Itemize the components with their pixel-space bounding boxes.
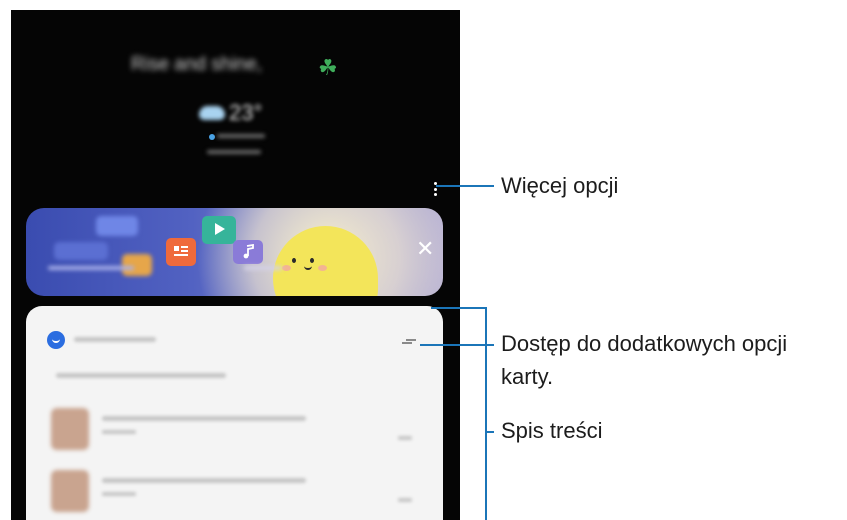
callout-line-more-options xyxy=(436,185,494,187)
location-pin-icon xyxy=(209,134,215,140)
temperature-value: 23° xyxy=(229,100,263,125)
list-item-action xyxy=(398,498,412,502)
banner-text-placeholder xyxy=(244,266,282,270)
bracket-vertical xyxy=(485,307,487,520)
promo-banner[interactable]: ✕ xyxy=(26,208,443,296)
list-item-meta xyxy=(102,430,136,434)
update-time-placeholder xyxy=(207,150,261,154)
play-icon xyxy=(215,223,225,235)
callout-line-content-list xyxy=(486,431,494,433)
mascot-cheek xyxy=(282,265,291,271)
list-item-action xyxy=(398,436,412,440)
mascot-cheek xyxy=(318,265,327,271)
callout-card-options-line2: karty. xyxy=(501,364,554,389)
banner-text-placeholder xyxy=(48,266,134,270)
content-card[interactable] xyxy=(26,306,443,520)
close-icon[interactable]: ✕ xyxy=(416,238,434,260)
location-text-placeholder xyxy=(217,134,265,138)
callout-more-options: Więcej opcji xyxy=(501,173,619,198)
card-subtitle-placeholder xyxy=(56,373,226,378)
article-icon xyxy=(174,246,188,256)
banner-tile xyxy=(122,254,152,276)
phone-screen: Rise and shine, ☘ 23° ✕ xyxy=(11,10,460,520)
weather-widget[interactable]: 23° xyxy=(199,100,319,130)
weather-cloud-icon xyxy=(199,106,225,120)
callout-line-card-options xyxy=(420,344,494,346)
banner-tile xyxy=(54,242,108,260)
card-title-placeholder xyxy=(74,337,156,342)
bracket-top xyxy=(431,307,486,309)
thumbnail xyxy=(51,470,89,512)
clover-emoji: ☘ xyxy=(318,55,338,80)
mascot-eye xyxy=(310,258,314,263)
list-item-title xyxy=(102,478,306,483)
thumbnail xyxy=(51,408,89,450)
mascot-eye xyxy=(292,258,296,263)
app-logo-icon xyxy=(47,331,65,349)
music-note-icon xyxy=(243,244,254,259)
banner-tile xyxy=(96,216,138,236)
callout-content-list: Spis treści xyxy=(501,418,603,443)
list-item-title xyxy=(102,416,306,421)
callout-card-options-line1: Dostęp do dodatkowych opcji xyxy=(501,331,788,356)
card-options-icon[interactable] xyxy=(402,339,416,344)
list-item-meta xyxy=(102,492,136,496)
